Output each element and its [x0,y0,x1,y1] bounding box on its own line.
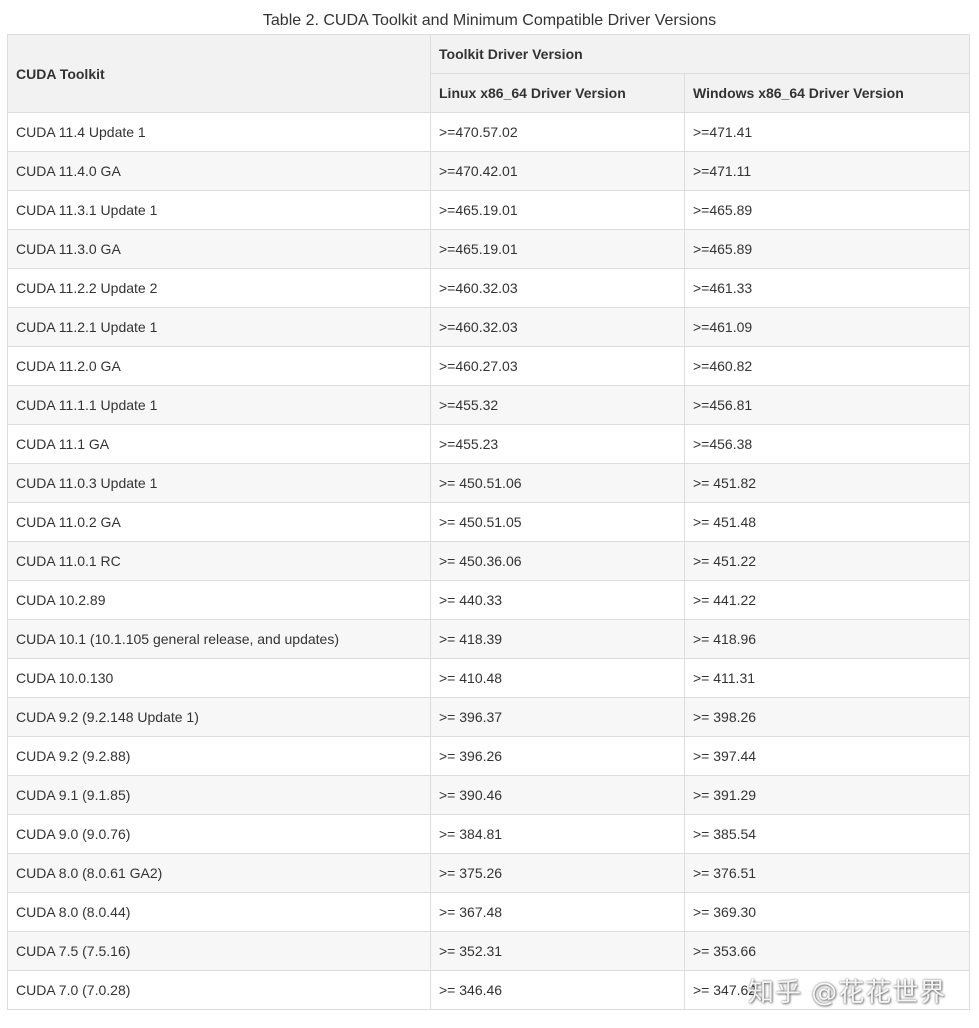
table-header: CUDA Toolkit Toolkit Driver Version Linu… [7,34,971,113]
cell-windows-driver: >= 398.26 [683,697,971,737]
table-row: CUDA 11.0.1 RC >= 450.36.06 >= 451.22 [7,541,971,581]
cell-windows-driver: >= 451.48 [683,502,971,542]
cell-cuda-toolkit: CUDA 10.2.89 [7,580,431,620]
header-windows-driver-version: Windows x86_64 Driver Version [683,73,971,113]
cell-cuda-toolkit: CUDA 11.0.1 RC [7,541,431,581]
cell-linux-driver: >=460.32.03 [430,307,685,347]
cell-linux-driver: >= 375.26 [430,853,685,893]
cell-windows-driver: >= 385.54 [683,814,971,854]
cell-windows-driver: >= 451.22 [683,541,971,581]
cell-linux-driver: >= 450.51.06 [430,463,685,503]
cell-linux-driver: >=470.42.01 [430,151,685,191]
table-row: CUDA 11.3.0 GA >=465.19.01 >=465.89 [7,229,971,269]
cell-cuda-toolkit: CUDA 9.2 (9.2.88) [7,736,431,776]
cell-cuda-toolkit: CUDA 11.2.2 Update 2 [7,268,431,308]
header-toolkit-driver-version: Toolkit Driver Version [429,34,971,74]
table-row: CUDA 11.2.1 Update 1 >=460.32.03 >=461.09 [7,307,971,347]
cell-linux-driver: >= 396.37 [430,697,685,737]
cell-linux-driver: >=455.23 [430,424,685,464]
watermark: 知乎 @花花世界 [748,978,947,1008]
cell-cuda-toolkit: CUDA 11.1.1 Update 1 [7,385,431,425]
cell-windows-driver: >= 376.51 [683,853,971,893]
cell-cuda-toolkit: CUDA 11.4 Update 1 [7,112,431,152]
cell-windows-driver: >= 369.30 [683,892,971,932]
cell-cuda-toolkit: CUDA 11.2.1 Update 1 [7,307,431,347]
table-row: CUDA 10.0.130 >= 410.48 >= 411.31 [7,658,971,698]
cell-windows-driver: >=456.38 [683,424,971,464]
cell-linux-driver: >= 396.26 [430,736,685,776]
cell-windows-driver: >=465.89 [683,190,971,230]
cell-linux-driver: >= 384.81 [430,814,685,854]
cell-windows-driver: >= 418.96 [683,619,971,659]
table-row: CUDA 10.1 (10.1.105 general release, and… [7,619,971,659]
cell-linux-driver: >= 346.46 [430,970,685,1010]
cell-cuda-toolkit: CUDA 11.2.0 GA [7,346,431,386]
table-row: CUDA 11.2.0 GA >=460.27.03 >=460.82 [7,346,971,386]
cell-linux-driver: >= 450.51.05 [430,502,685,542]
cell-cuda-toolkit: CUDA 9.1 (9.1.85) [7,775,431,815]
header-cuda-toolkit: CUDA Toolkit [7,34,431,113]
cell-windows-driver: >= 353.66 [683,931,971,971]
cell-linux-driver: >=465.19.01 [430,190,685,230]
cell-windows-driver: >= 451.82 [683,463,971,503]
cell-linux-driver: >= 450.36.06 [430,541,685,581]
table-row: CUDA 8.0 (8.0.61 GA2) >= 375.26 >= 376.51 [7,853,971,893]
table-row: CUDA 11.4 Update 1 >=470.57.02 >=471.41 [7,112,971,152]
table-row: CUDA 10.2.89 >= 440.33 >= 441.22 [7,580,971,620]
table-caption: Table 2. CUDA Toolkit and Minimum Compat… [262,12,717,29]
cell-windows-driver: >=471.11 [683,151,971,191]
cell-linux-driver: >= 418.39 [430,619,685,659]
cell-cuda-toolkit: CUDA 10.0.130 [7,658,431,698]
cell-windows-driver: >= 391.29 [683,775,971,815]
cell-cuda-toolkit: CUDA 8.0 (8.0.44) [7,892,431,932]
table-row: CUDA 9.2 (9.2.148 Update 1) >= 396.37 >= 3… [7,697,971,737]
cell-windows-driver: >=461.33 [683,268,971,308]
cell-windows-driver: >=465.89 [683,229,971,269]
cell-cuda-toolkit: CUDA 9.2 (9.2.148 Update 1) [7,697,431,737]
cell-linux-driver: >=465.19.01 [430,229,685,269]
cell-linux-driver: >= 367.48 [430,892,685,932]
table-row: CUDA 7.5 (7.5.16) >= 352.31 >= 353.66 [7,931,971,971]
table-row: CUDA 9.0 (9.0.76) >= 384.81 >= 385.54 [7,814,971,854]
cell-linux-driver: >= 390.46 [430,775,685,815]
cell-cuda-toolkit: CUDA 10.1 (10.1.105 general release, and… [7,619,431,659]
table-row: CUDA 11.0.2 GA >= 450.51.05 >= 451.48 [7,502,971,542]
cell-windows-driver: >= 397.44 [683,736,971,776]
cell-cuda-toolkit: CUDA 11.3.1 Update 1 [7,190,431,230]
cell-linux-driver: >= 352.31 [430,931,685,971]
table-row: CUDA 9.1 (9.1.85) >= 390.46 >= 391.29 [7,775,971,815]
table-row: CUDA 8.0 (8.0.44) >= 367.48 >= 369.30 [7,892,971,932]
cell-windows-driver: >=456.81 [683,385,971,425]
cell-cuda-toolkit: CUDA 7.5 (7.5.16) [7,931,431,971]
cell-cuda-toolkit: CUDA 11.3.0 GA [7,229,431,269]
table-row: CUDA 11.0.3 Update 1 >= 450.51.06 >= 451.8… [7,463,971,503]
cell-windows-driver: >=471.41 [683,112,971,152]
cell-linux-driver: >=460.27.03 [430,346,685,386]
driver-versions-table: CUDA Toolkit Toolkit Driver Version Linu… [7,34,971,1010]
cell-linux-driver: >= 410.48 [430,658,685,698]
cell-cuda-toolkit: CUDA 7.0 (7.0.28) [7,970,431,1010]
table-row: CUDA 11.4.0 GA >=470.42.01 >=471.11 [7,151,971,191]
cell-cuda-toolkit: CUDA 9.0 (9.0.76) [7,814,431,854]
cell-cuda-toolkit: CUDA 11.0.3 Update 1 [7,463,431,503]
cell-windows-driver: >= 411.31 [683,658,971,698]
cell-cuda-toolkit: CUDA 11.4.0 GA [7,151,431,191]
table-row: CUDA 9.2 (9.2.88) >= 396.26 >= 397.44 [7,736,971,776]
cell-linux-driver: >=470.57.02 [430,112,685,152]
table-body: CUDA 11.4 Update 1 >=470.57.02 >=471.41 CUD… [7,112,971,1010]
cell-cuda-toolkit: CUDA 11.1 GA [7,424,431,464]
cell-linux-driver: >= 440.33 [430,580,685,620]
cell-windows-driver: >=460.82 [683,346,971,386]
table-row: CUDA 11.2.2 Update 2 >=460.32.03 >=461.33 [7,268,971,308]
cell-linux-driver: >=460.32.03 [430,268,685,308]
cell-cuda-toolkit: CUDA 11.0.2 GA [7,502,431,542]
table-row: CUDA 11.1.1 Update 1 >=455.32 >=456.81 [7,385,971,425]
cell-windows-driver: >=461.09 [683,307,971,347]
cell-linux-driver: >=455.32 [430,385,685,425]
table-row: CUDA 11.3.1 Update 1 >=465.19.01 >=465.89 [7,190,971,230]
header-linux-driver-version: Linux x86_64 Driver Version [430,73,685,113]
table-row: CUDA 11.1 GA >=455.23 >=456.38 [7,424,971,464]
cell-windows-driver: >= 441.22 [683,580,971,620]
cell-cuda-toolkit: CUDA 8.0 (8.0.61 GA2) [7,853,431,893]
